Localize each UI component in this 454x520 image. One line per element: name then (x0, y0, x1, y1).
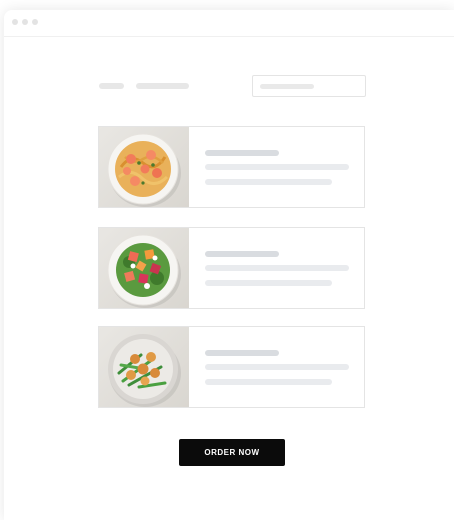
search-input[interactable] (252, 75, 366, 97)
shrimp-pasta-image (107, 133, 181, 207)
item-description-placeholder (205, 280, 332, 286)
item-description-placeholder (205, 265, 349, 271)
beet-citrus-salad-image (107, 234, 181, 308)
window-minimize-dot[interactable] (22, 19, 28, 25)
item-title-placeholder (205, 251, 279, 257)
menu-card-shrimp-pasta[interactable] (98, 126, 365, 208)
item-description-placeholder (205, 364, 349, 370)
item-description-placeholder (205, 164, 349, 170)
menu-item-image (99, 327, 189, 407)
window-close-dot[interactable] (12, 19, 18, 25)
order-now-button[interactable]: ORDER NOW (179, 439, 285, 466)
menu-item-image (99, 228, 189, 308)
item-title-placeholder (205, 350, 279, 356)
nav-link-placeholder[interactable] (99, 83, 124, 89)
nav-link-placeholder[interactable] (136, 83, 189, 89)
item-description-placeholder (205, 179, 332, 185)
window-maximize-dot[interactable] (32, 19, 38, 25)
scallop-green-bean-image (108, 334, 181, 407)
menu-card-scallop-beans[interactable] (98, 326, 365, 408)
item-description-placeholder (205, 379, 332, 385)
menu-card-beet-salad[interactable] (98, 227, 365, 309)
search-placeholder-line (260, 84, 314, 89)
menu-item-image (99, 127, 189, 207)
window-titlebar (4, 10, 454, 37)
item-title-placeholder (205, 150, 279, 156)
